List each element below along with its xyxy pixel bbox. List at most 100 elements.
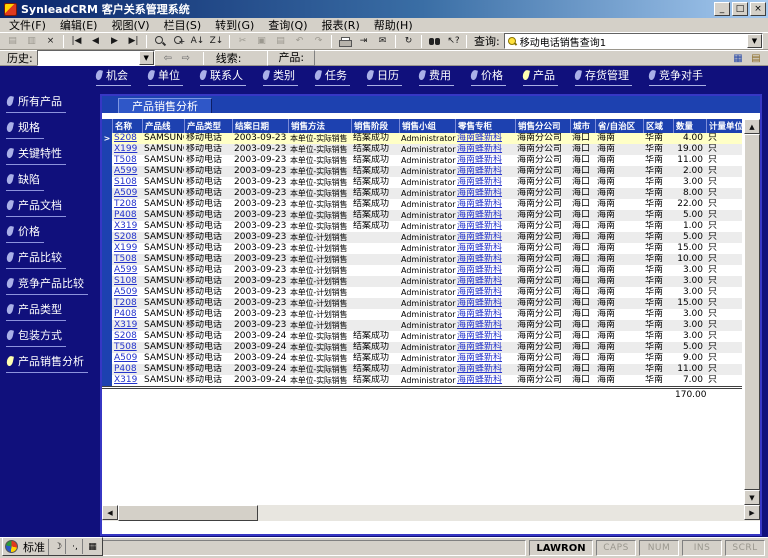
table-row[interactable]: A509SAMSUNG移动电话2003-09-23本单位-计划销售Adminis… <box>102 287 742 298</box>
history-back-button[interactable]: ⇦ <box>159 50 177 66</box>
nav-tab-unit[interactable]: 单位 <box>148 67 183 86</box>
product-name-link[interactable]: A509 <box>112 287 142 298</box>
retail-counter-link[interactable]: 海南蜂新科 <box>455 342 515 353</box>
punctuation-icon[interactable]: ·, <box>68 539 83 554</box>
column-header[interactable]: 省/自治区 <box>595 119 643 133</box>
sidebar-item-product-comparison[interactable]: 产品比较 <box>6 248 66 269</box>
retail-counter-link[interactable]: 海南蜂新科 <box>455 221 515 232</box>
retail-counter-link[interactable]: 海南蜂新科 <box>455 276 515 287</box>
retail-counter-link[interactable]: 海南蜂新科 <box>455 364 515 375</box>
retail-counter-link[interactable]: 海南蜂新科 <box>455 210 515 221</box>
column-header[interactable]: 零售专柜 <box>455 119 515 133</box>
nav-tab-calendar[interactable]: 日历 <box>367 67 402 86</box>
product-name-link[interactable]: T508 <box>112 254 142 265</box>
history-forward-button[interactable]: ⇨ <box>177 50 195 66</box>
retail-counter-link[interactable]: 海南蜂新科 <box>455 188 515 199</box>
menu-view[interactable]: 视图(V) <box>104 17 156 33</box>
context-help-button[interactable]: ↖? <box>444 33 463 49</box>
query-dropdown-button[interactable]: ▼ <box>747 34 762 48</box>
find-button[interactable] <box>425 33 444 49</box>
retail-counter-link[interactable]: 海南蜂新科 <box>455 287 515 298</box>
retail-counter-link[interactable]: 海南蜂新科 <box>455 155 515 166</box>
sidebar-item-key-features[interactable]: 关键特性 <box>6 144 66 165</box>
ime-logo-icon[interactable] <box>5 540 18 553</box>
delete-button[interactable]: × <box>41 33 60 49</box>
product-name-link[interactable]: S108 <box>112 177 142 188</box>
product-name-link[interactable]: A599 <box>112 265 142 276</box>
nav-tab-tasks[interactable]: 任务 <box>315 67 350 86</box>
table-row[interactable]: P408SAMSUNG移动电话2003-09-24本单位-实际销售结案成功Adm… <box>102 364 742 375</box>
table-row[interactable]: T508SAMSUNG移动电话2003-09-23本单位-计划销售Adminis… <box>102 254 742 265</box>
product-name-link[interactable]: S208 <box>112 133 142 144</box>
product-name-link[interactable]: X319 <box>112 221 142 232</box>
menu-help[interactable]: 帮助(H) <box>367 17 420 33</box>
table-row[interactable]: X319SAMSUNG移动电话2003-09-23本单位-实际销售结案成功Adm… <box>102 221 742 232</box>
history-dropdown-button[interactable]: ▼ <box>139 51 154 65</box>
scroll-up-icon[interactable]: ▲ <box>744 119 760 134</box>
mail-button[interactable]: ✉ <box>373 33 392 49</box>
product-name-link[interactable]: A509 <box>112 353 142 364</box>
table-row[interactable]: X319SAMSUNG移动电话2003-09-23本单位-计划销售Adminis… <box>102 320 742 331</box>
nav-tab-contacts[interactable]: 联系人 <box>200 67 246 86</box>
product-name-link[interactable]: P408 <box>112 309 142 320</box>
retail-counter-link[interactable]: 海南蜂新科 <box>455 199 515 210</box>
column-header[interactable]: 名称 <box>112 119 142 133</box>
sidebar-item-competitor-product-comparison[interactable]: 竞争产品比较 <box>6 274 88 295</box>
product-name-link[interactable]: P408 <box>112 210 142 221</box>
search-button[interactable] <box>150 33 169 49</box>
column-header[interactable]: 销售阶段 <box>351 119 399 133</box>
prev-record-button[interactable]: ◀ <box>86 33 105 49</box>
product-name-link[interactable]: T508 <box>112 342 142 353</box>
retail-counter-link[interactable]: 海南蜂新科 <box>455 243 515 254</box>
column-header[interactable]: 销售方法 <box>288 119 351 133</box>
retail-counter-link[interactable]: 海南蜂新科 <box>455 166 515 177</box>
sidebar-item-product-sales-analysis[interactable]: 产品销售分析 <box>6 352 88 373</box>
sidebar-item-product-documents[interactable]: 产品文档 <box>6 196 66 217</box>
column-header[interactable]: 结案日期 <box>232 119 288 133</box>
retail-counter-link[interactable]: 海南蜂新科 <box>455 331 515 342</box>
query-combobox[interactable]: 移动电话销售查询1 ▼ <box>504 33 763 49</box>
next-record-button[interactable]: ▶ <box>105 33 124 49</box>
table-row[interactable]: X319SAMSUNG移动电话2003-09-24本单位-实际销售结案成功Adm… <box>102 375 742 386</box>
nav-tab-expenses[interactable]: 费用 <box>419 67 454 86</box>
table-row[interactable]: S108SAMSUNG移动电话2003-09-23本单位-计划销售Adminis… <box>102 276 742 287</box>
product-name-link[interactable]: X199 <box>112 144 142 155</box>
retail-counter-link[interactable]: 海南蜂新科 <box>455 232 515 243</box>
table-row[interactable]: T508SAMSUNG移动电话2003-09-23本单位-实际销售结案成功Adm… <box>102 155 742 166</box>
retail-counter-link[interactable]: 海南蜂新科 <box>455 144 515 155</box>
product-name-link[interactable]: S208 <box>112 331 142 342</box>
nav-tab-category[interactable]: 类别 <box>263 67 298 86</box>
ime-mode-label[interactable]: 标准 <box>20 539 49 555</box>
retail-counter-link[interactable]: 海南蜂新科 <box>455 320 515 331</box>
table-row[interactable]: S108SAMSUNG移动电话2003-09-23本单位-实际销售结案成功Adm… <box>102 177 742 188</box>
table-row[interactable]: T508SAMSUNG移动电话2003-09-24本单位-实际销售结案成功Adm… <box>102 342 742 353</box>
table-row[interactable]: >S208SAMSUNG移动电话2003-09-23本单位-实际销售结案成功Ad… <box>102 133 742 144</box>
table-row[interactable]: A599SAMSUNG移动电话2003-09-23本单位-计划销售Adminis… <box>102 265 742 276</box>
table-row[interactable]: P408SAMSUNG移动电话2003-09-23本单位-计划销售Adminis… <box>102 309 742 320</box>
table-row[interactable]: T208SAMSUNG移动电话2003-09-23本单位-计划销售Adminis… <box>102 298 742 309</box>
menu-goto[interactable]: 转到(G) <box>208 17 261 33</box>
column-header[interactable]: 数量 <box>673 119 706 133</box>
vertical-scrollbar[interactable]: ▲ ▼ <box>744 119 760 505</box>
table-row[interactable]: A509SAMSUNG移动电话2003-09-24本单位-实际销售结案成功Adm… <box>102 353 742 364</box>
sidebar-item-specifications[interactable]: 规格 <box>6 118 44 139</box>
product-name-link[interactable]: X319 <box>112 320 142 331</box>
print-button[interactable] <box>335 33 354 49</box>
column-header[interactable]: 区域 <box>643 119 673 133</box>
sidebar-item-all-products[interactable]: 所有产品 <box>6 92 66 113</box>
menu-query[interactable]: 查询(Q) <box>261 17 314 33</box>
column-header[interactable]: 销售小组 <box>399 119 455 133</box>
menu-edit[interactable]: 编辑(E) <box>53 17 105 33</box>
nav-tab-competitors[interactable]: 竞争对手 <box>649 67 706 86</box>
retail-counter-link[interactable]: 海南蜂新科 <box>455 298 515 309</box>
sidebar-item-defects[interactable]: 缺陷 <box>6 170 44 191</box>
product-name-link[interactable]: T208 <box>112 199 142 210</box>
horizontal-scrollbar[interactable]: ◀ ▶ <box>102 505 760 521</box>
maximize-button[interactable]: □ <box>732 2 748 16</box>
minimize-button[interactable]: _ <box>714 2 730 16</box>
column-header[interactable]: 计量单位 <box>706 119 742 133</box>
product-name-link[interactable]: A509 <box>112 188 142 199</box>
nav-tab-product[interactable]: 产品 <box>523 67 558 86</box>
table-row[interactable]: T208SAMSUNG移动电话2003-09-23本单位-实际销售结案成功Adm… <box>102 199 742 210</box>
retail-counter-link[interactable]: 海南蜂新科 <box>455 177 515 188</box>
